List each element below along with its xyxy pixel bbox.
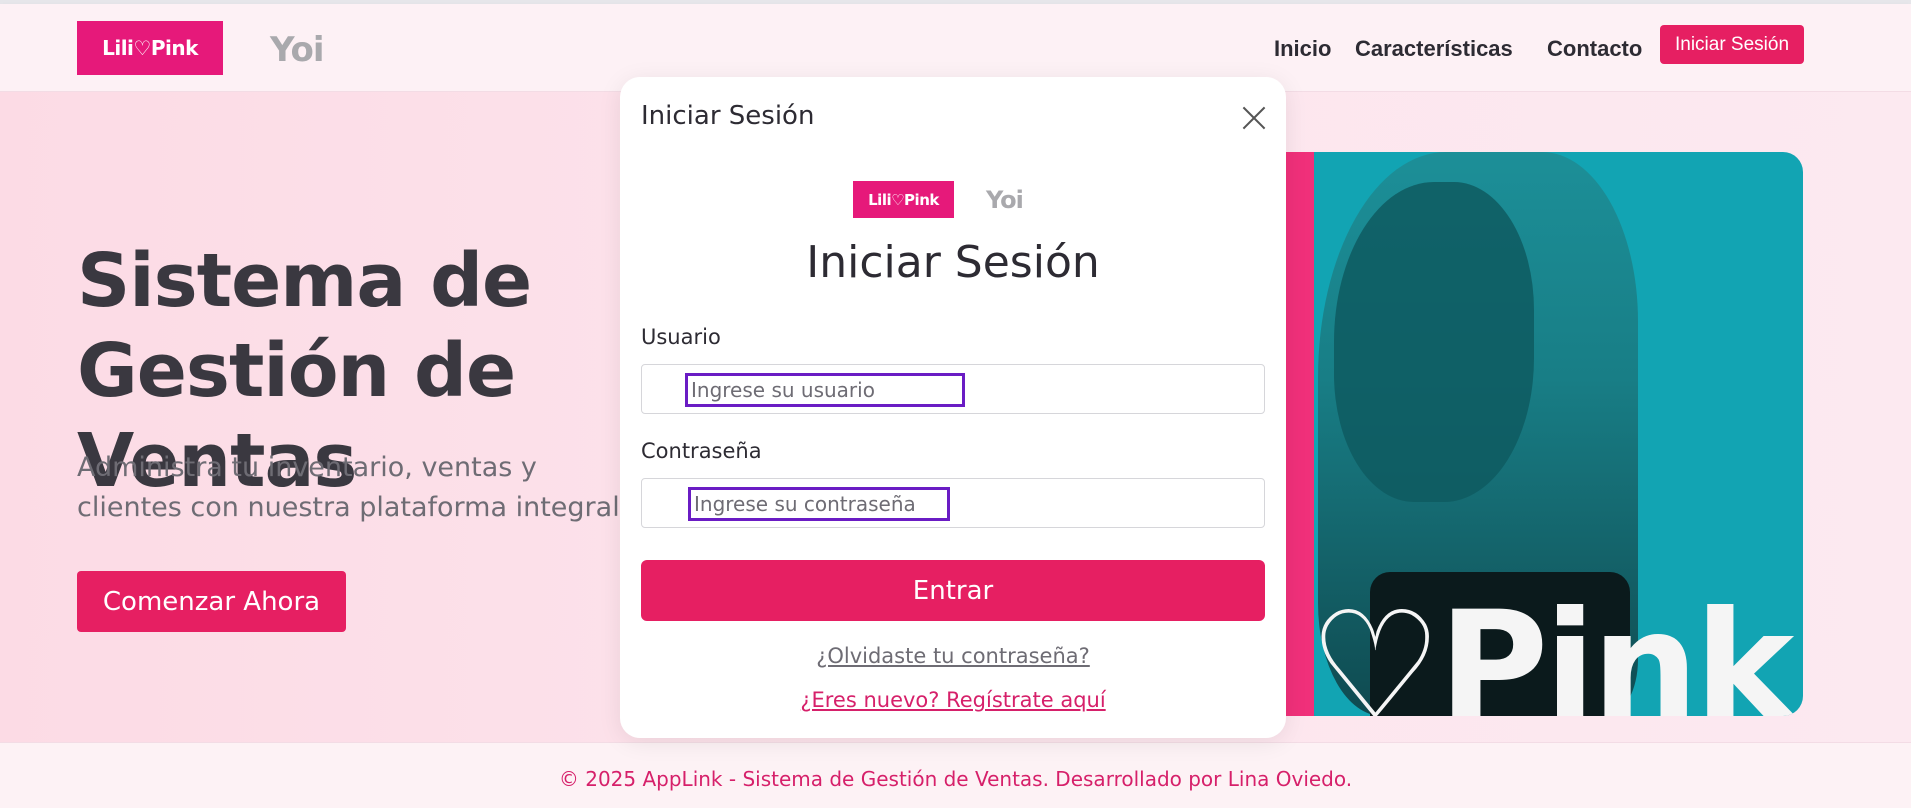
footer-copyright: © 2025 AppLink - Sistema de Gestión de V… <box>558 767 1353 791</box>
submit-login-button[interactable]: Entrar <box>641 560 1265 621</box>
modal-title: Iniciar Sesión <box>641 101 815 131</box>
password-field[interactable] <box>641 478 1265 528</box>
start-now-button[interactable]: Comenzar Ahora <box>77 571 346 632</box>
hero-subtitle: Administra tu inventario, ventas y clien… <box>77 452 629 523</box>
nav-link-inicio[interactable]: Inicio <box>1274 36 1331 62</box>
hero-promo-image: ♡Pink <box>1280 152 1803 716</box>
username-label: Usuario <box>641 325 721 349</box>
login-heading: Iniciar Sesión <box>806 237 1100 288</box>
username-input[interactable] <box>685 373 965 407</box>
lilipink-logo[interactable]: Lili♡Pink <box>77 21 223 75</box>
close-icon[interactable] <box>1237 101 1271 135</box>
image-brand-text: ♡Pink <box>1308 580 1794 716</box>
nav-link-contacto[interactable]: Contacto <box>1547 36 1642 62</box>
forgot-password-link[interactable]: ¿Olvidaste tu contraseña? <box>620 644 1286 668</box>
register-link[interactable]: ¿Eres nuevo? Regístrate aquí <box>620 688 1286 712</box>
nav-link-caracteristicas[interactable]: Características <box>1355 36 1513 62</box>
login-modal: Iniciar Sesión Lili♡Pink Yoi Iniciar Ses… <box>620 77 1286 738</box>
model-hair <box>1334 182 1534 502</box>
yoi-logo: Yoi <box>270 30 325 70</box>
password-input[interactable] <box>688 487 950 521</box>
modal-lilipink-logo: Lili♡Pink <box>853 181 954 218</box>
username-field[interactable] <box>641 364 1265 414</box>
header-login-button[interactable]: Iniciar Sesión <box>1660 25 1804 64</box>
modal-yoi-logo: Yoi <box>986 186 1024 214</box>
site-footer: © 2025 AppLink - Sistema de Gestión de V… <box>0 742 1911 808</box>
password-label: Contraseña <box>641 439 762 463</box>
